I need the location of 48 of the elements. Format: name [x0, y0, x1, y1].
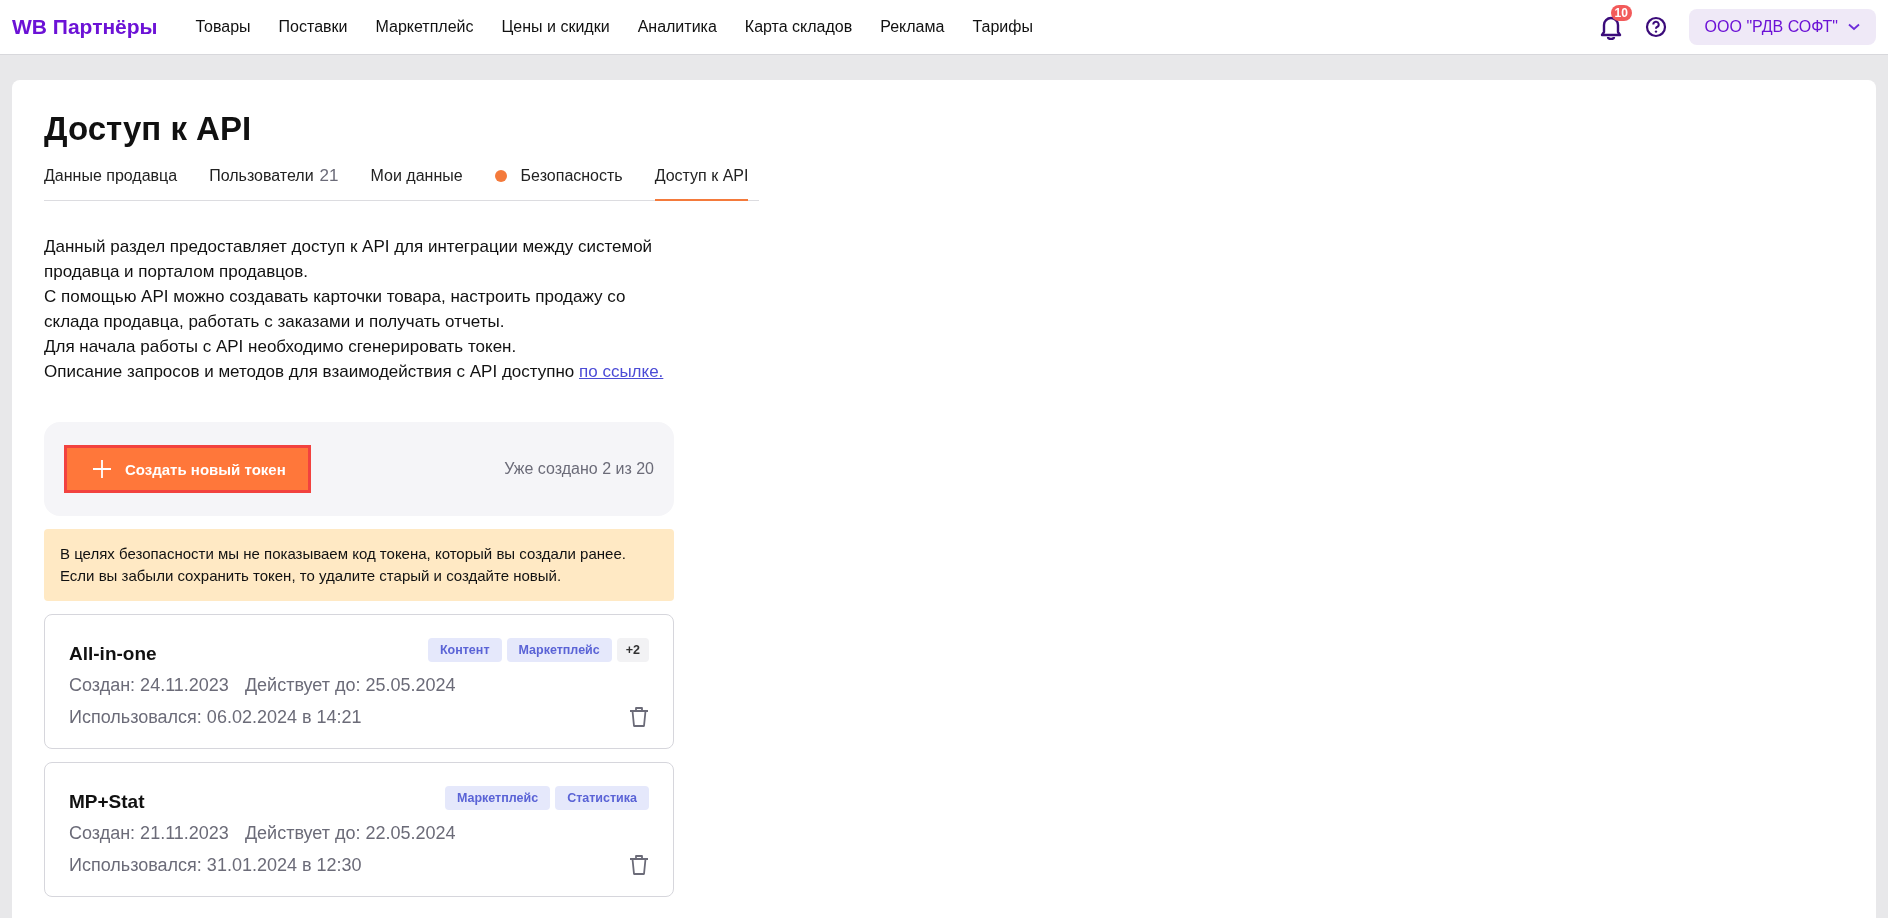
- description-text: Для начала работы с API необходимо сгенерировать токен.: [44, 336, 518, 358]
- logo[interactable]: WB Партнёры: [12, 15, 158, 39]
- last-used-text: Использовался: 31.01.2024 в 12:30: [69, 854, 362, 876]
- delete-icon[interactable]: [629, 706, 649, 728]
- created-date: Создан: 21.11.2023: [69, 823, 229, 844]
- token-count-text: Уже создано 2 из 20: [504, 460, 654, 478]
- chevron-icon: [1848, 23, 1860, 31]
- warning-text: В целях безопасности мы не показываем код токена, который вы создали ранее. Если вы забыли сохранить токен, то удалите старый и создайте новый.: [60, 545, 626, 584]
- plus-icon: [93, 460, 111, 478]
- description-text: С помощью API можно создавать карточки товара, настроить продажу со склада продавца, работать с заказами и получать отчеты.: [44, 286, 627, 333]
- tab-label: Мои данные: [370, 167, 463, 185]
- token-name: All-in-one: [69, 643, 157, 665]
- nav-link[interactable]: Цены и скидки: [501, 18, 610, 36]
- nav-link[interactable]: Карта складов: [744, 18, 853, 36]
- last-used-text: Использовался: 06.02.2024 в 14:21: [69, 706, 362, 728]
- created-date: Создан: 24.11.2023: [69, 675, 229, 696]
- scope-tag: Статистика: [555, 786, 649, 810]
- tab[interactable]: Данные продавца: [44, 166, 178, 201]
- notification-badge: 10: [1610, 5, 1632, 21]
- tab[interactable]: Безопасность: [494, 166, 623, 201]
- expiry-date: Действует до: 22.05.2024: [244, 823, 456, 844]
- nav-link[interactable]: Маркетплейс: [375, 18, 474, 36]
- tab-label: Данные продавца: [44, 167, 178, 185]
- scope-tag: Маркетплейс: [506, 638, 612, 662]
- nav-link[interactable]: Товары: [195, 18, 251, 36]
- page-title: Доступ к API: [44, 110, 253, 148]
- expiry-date: Действует до: 25.05.2024: [244, 675, 456, 696]
- docs-link[interactable]: по ссылке.: [579, 362, 664, 381]
- nav-link[interactable]: Поставки: [278, 18, 348, 36]
- tab[interactable]: Доступ к API: [654, 166, 749, 201]
- description-text: Описание запросов и методов для взаимодействия с API доступно по ссылке.: [44, 361, 665, 383]
- token-name: MP+Stat: [69, 791, 145, 813]
- nav-link[interactable]: Тарифы: [972, 18, 1033, 36]
- description-text: Данный раздел предоставляет доступ к API для интеграции между системой продавца и порталом продавцов.: [44, 236, 654, 283]
- scope-tag: Маркетплейс: [444, 786, 551, 810]
- tab-count: 21: [319, 166, 339, 186]
- nav-link[interactable]: Аналитика: [637, 18, 717, 36]
- scope-tag: +2: [616, 638, 649, 662]
- tab[interactable]: Пользователи 21: [209, 166, 339, 201]
- tab-label: Пользователи: [209, 167, 314, 185]
- tab-label: Доступ к API: [654, 167, 749, 185]
- nav-link[interactable]: Реклама: [880, 18, 945, 36]
- tab[interactable]: Мои данные: [370, 166, 463, 201]
- tab-label: Безопасность: [520, 167, 623, 185]
- help-icon[interactable]: [1644, 16, 1667, 38]
- scope-tag: Контент: [427, 638, 502, 662]
- delete-icon[interactable]: [629, 854, 649, 876]
- account-button[interactable]: ООО "РДВ СОФТ": [1688, 9, 1876, 45]
